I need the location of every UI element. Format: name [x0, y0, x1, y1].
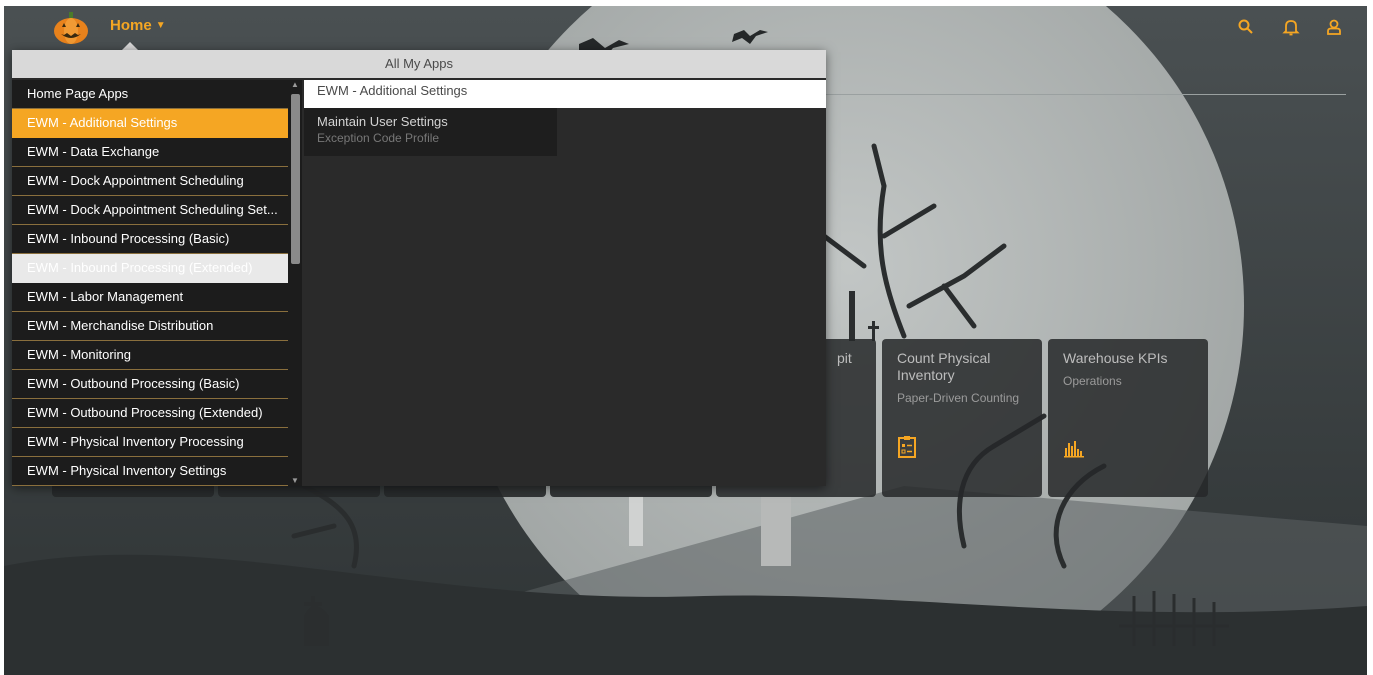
- clipboard-checklist-icon: [898, 436, 916, 458]
- app-entry-maintain-user-settings[interactable]: Maintain User Settings Exception Code Pr…: [304, 108, 557, 156]
- app-group-list: Home Page Apps EWM - Additional Settings…: [12, 80, 288, 486]
- shell-title-label: Home: [110, 17, 152, 34]
- tile-title: Warehouse KPIs: [1063, 350, 1168, 366]
- pumpkin-logo-icon[interactable]: [52, 11, 90, 45]
- scroll-up-icon[interactable]: ▲: [288, 80, 302, 90]
- search-icon[interactable]: [1237, 18, 1255, 36]
- group-item[interactable]: Home Page Apps: [12, 80, 288, 109]
- group-item[interactable]: EWM - Physical Inventory Settings: [12, 457, 288, 486]
- app-entry-title: Maintain User Settings: [317, 114, 448, 129]
- group-item[interactable]: EWM - Dock Appointment Scheduling Set...: [12, 196, 288, 225]
- group-item[interactable]: EWM - Inbound Processing (Basic): [12, 225, 288, 254]
- group-item[interactable]: EWM - Dock Appointment Scheduling: [12, 167, 288, 196]
- group-item[interactable]: EWM - Outbound Processing (Basic): [12, 370, 288, 399]
- group-detail-title: EWM - Additional Settings: [304, 80, 826, 108]
- shell-home-menu-button[interactable]: Home ▼: [110, 17, 166, 34]
- tile-title: Count Physical Inventory: [897, 350, 991, 383]
- launchpad-stage: Home ▼ pit Count Physical Inventory Pape…: [4, 6, 1367, 675]
- group-item[interactable]: EWM - Labor Management: [12, 283, 288, 312]
- scroll-down-icon[interactable]: ▼: [288, 476, 302, 486]
- group-item[interactable]: EWM - Data Exchange: [12, 138, 288, 167]
- group-item[interactable]: EWM - Outbound Processing (Extended): [12, 399, 288, 428]
- tile-subtitle: Paper-Driven Counting: [897, 391, 1020, 405]
- group-item-hovered[interactable]: EWM - Inbound Processing (Extended): [12, 254, 288, 283]
- user-icon[interactable]: [1325, 18, 1343, 36]
- popover-header: All My Apps: [12, 50, 826, 78]
- scrollbar-thumb[interactable]: [291, 94, 300, 264]
- tile-subtitle: Operations: [1063, 374, 1122, 388]
- tile-warehouse-kpis[interactable]: Warehouse KPIs Operations: [1048, 339, 1208, 497]
- tile-count-physical-inventory[interactable]: Count Physical Inventory Paper-Driven Co…: [882, 339, 1042, 497]
- all-my-apps-popover: All My Apps Home Page Apps EWM - Additio…: [12, 50, 826, 486]
- group-list-scrollbar[interactable]: ▲ ▼: [288, 80, 302, 486]
- group-item-selected[interactable]: EWM - Additional Settings: [12, 109, 288, 138]
- group-detail-panel: EWM - Additional Settings Maintain User …: [304, 80, 826, 486]
- bell-icon[interactable]: [1282, 18, 1300, 36]
- group-item[interactable]: EWM - Monitoring: [12, 341, 288, 370]
- group-item[interactable]: EWM - Merchandise Distribution: [12, 312, 288, 341]
- group-item[interactable]: EWM - Physical Inventory Processing: [12, 428, 288, 457]
- bar-chart-icon: [1064, 441, 1084, 458]
- app-entry-subtitle: Exception Code Profile: [317, 131, 440, 145]
- caret-down-icon: ▼: [155, 20, 166, 31]
